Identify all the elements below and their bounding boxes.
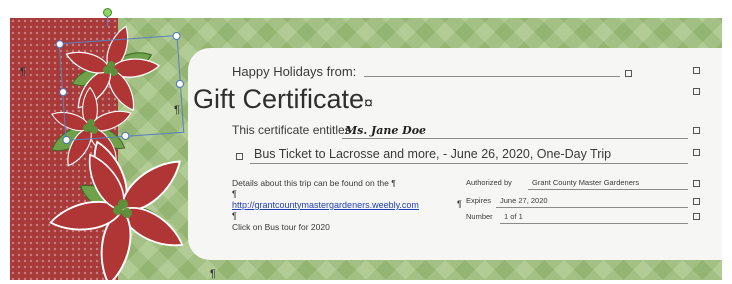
paragraph-mark-3: ¶: [457, 199, 462, 209]
number-underline: [500, 223, 688, 224]
expires-value[interactable]: June 27, 2020: [500, 196, 548, 205]
rotate-handle-stem: [107, 16, 108, 26]
cell-end-mark: [625, 70, 632, 77]
resize-handle-ml[interactable]: [58, 87, 68, 97]
row-end-mark-6: [693, 198, 700, 205]
entitles-label: This certificate entitles: [232, 123, 351, 137]
resize-handle-tl[interactable]: [55, 39, 65, 49]
paragraph-mark-6: ¶: [210, 268, 216, 280]
number-value[interactable]: 1 of 1: [504, 212, 523, 221]
title-end-mark: ¤: [364, 95, 373, 112]
row-end-mark-5: [693, 180, 700, 187]
details-label: Details about this trip can be found on …: [232, 178, 389, 188]
recipient-underline: [342, 138, 688, 139]
row-end-mark-7: [693, 213, 700, 220]
certificate-title[interactable]: Gift Certificate¤: [193, 84, 373, 115]
offer-cell-mark: [236, 153, 243, 160]
row-end-mark-4: [693, 149, 700, 156]
row-end-mark-2: [693, 88, 700, 95]
row-end-mark-3: [693, 127, 700, 134]
authorized-value[interactable]: Grant County Master Gardeners: [532, 178, 639, 187]
footer-text: Click on Bus tour for 2020: [232, 222, 330, 232]
image-selection-frame[interactable]: [55, 31, 185, 145]
recipient-name[interactable]: Ms. Jane Doe: [345, 124, 426, 137]
greeting-label: Happy Holidays from:: [232, 64, 357, 79]
expires-label: Expires: [466, 196, 492, 205]
row-end-mark: [693, 67, 700, 74]
paragraph-mark-2: ¶: [232, 189, 237, 199]
number-label: Number: [466, 212, 493, 221]
website-link[interactable]: http://grantcountymastergardeners.weebly…: [232, 200, 419, 210]
title-text: Gift Certificate: [193, 84, 365, 114]
details-text: Details about this trip can be found on …: [232, 178, 396, 188]
expires-underline: [496, 207, 688, 208]
greeting-underline: [364, 76, 620, 77]
authorized-underline: [528, 189, 688, 190]
details-pilcrow: ¶: [391, 178, 396, 188]
paragraph-mark: ¶: [174, 104, 180, 116]
paragraph-mark-4: ¶: [232, 211, 237, 221]
authorized-label: Authorized by: [466, 178, 512, 187]
offer-text[interactable]: Bus Ticket to Lacrosse and more, - June …: [254, 147, 611, 161]
offer-underline: [250, 163, 688, 164]
paragraph-mark-5: ¶: [20, 66, 26, 78]
